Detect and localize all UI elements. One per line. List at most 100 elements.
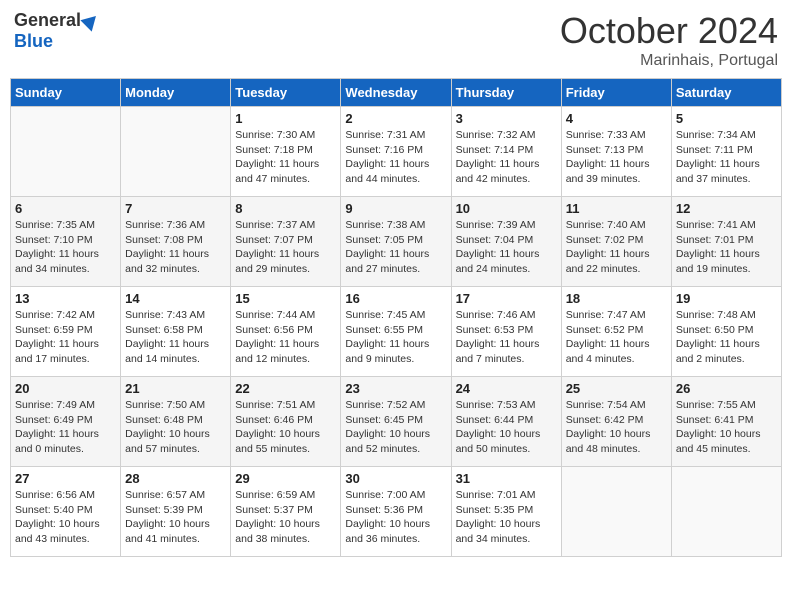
calendar-cell [121, 107, 231, 197]
day-number: 30 [345, 471, 446, 486]
day-info: Sunrise: 6:57 AMSunset: 5:39 PMDaylight:… [125, 488, 226, 547]
day-info: Sunrise: 7:48 AMSunset: 6:50 PMDaylight:… [676, 308, 777, 367]
calendar-cell: 4 Sunrise: 7:33 AMSunset: 7:13 PMDaylight… [561, 107, 671, 197]
calendar-cell: 31 Sunrise: 7:01 AMSunset: 5:35 PMDayligh… [451, 467, 561, 557]
day-number: 26 [676, 381, 777, 396]
weekday-header-saturday: Saturday [671, 79, 781, 107]
title-area: October 2024 Marinhais, Portugal [560, 10, 778, 70]
logo-blue-text: Blue [14, 31, 53, 52]
calendar-cell: 5 Sunrise: 7:34 AMSunset: 7:11 PMDaylight… [671, 107, 781, 197]
calendar-cell: 13 Sunrise: 7:42 AMSunset: 6:59 PMDayligh… [11, 287, 121, 377]
calendar-cell: 9Sunrise: 7:38 AMSunset: 7:05 PMDaylight… [341, 197, 451, 287]
day-number: 19 [676, 291, 777, 306]
calendar-cell [11, 107, 121, 197]
calendar-cell: 25Sunrise: 7:54 AMSunset: 6:42 PMDayligh… [561, 377, 671, 467]
calendar-table: SundayMondayTuesdayWednesdayThursdayFrid… [10, 78, 782, 557]
day-info: Sunrise: 7:55 AMSunset: 6:41 PMDaylight:… [676, 398, 777, 457]
day-info: Sunrise: 6:59 AMSunset: 5:37 PMDaylight:… [235, 488, 336, 547]
day-info: Sunrise: 7:53 AMSunset: 6:44 PMDaylight:… [456, 398, 557, 457]
day-number: 12 [676, 201, 777, 216]
day-number: 27 [15, 471, 116, 486]
calendar-week-4: 20 Sunrise: 7:49 AMSunset: 6:49 PMDayligh… [11, 377, 782, 467]
day-info: Sunrise: 7:33 AMSunset: 7:13 PMDaylight:… [566, 128, 667, 187]
day-number: 31 [456, 471, 557, 486]
day-info: Sunrise: 7:40 AMSunset: 7:02 PMDaylight:… [566, 218, 667, 277]
calendar-cell: 18 Sunrise: 7:47 AMSunset: 6:52 PMDayligh… [561, 287, 671, 377]
day-number: 17 [456, 291, 557, 306]
day-info: Sunrise: 7:54 AMSunset: 6:42 PMDaylight:… [566, 398, 667, 457]
day-info: Sunrise: 7:01 AMSunset: 5:35 PMDaylight:… [456, 488, 557, 547]
day-number: 1 [235, 111, 336, 126]
weekday-header-sunday: Sunday [11, 79, 121, 107]
day-number: 5 [676, 111, 777, 126]
day-number: 2 [345, 111, 446, 126]
calendar-cell: 10Sunrise: 7:39 AMSunset: 7:04 PMDayligh… [451, 197, 561, 287]
calendar-cell: 20 Sunrise: 7:49 AMSunset: 6:49 PMDayligh… [11, 377, 121, 467]
calendar-cell [671, 467, 781, 557]
calendar-cell: 14Sunrise: 7:43 AMSunset: 6:58 PMDayligh… [121, 287, 231, 377]
day-number: 24 [456, 381, 557, 396]
day-info: Sunrise: 7:31 AMSunset: 7:16 PMDaylight:… [345, 128, 446, 187]
day-info: Sunrise: 7:43 AMSunset: 6:58 PMDaylight:… [125, 308, 226, 367]
weekday-header-tuesday: Tuesday [231, 79, 341, 107]
day-number: 7 [125, 201, 226, 216]
day-info: Sunrise: 7:51 AMSunset: 6:46 PMDaylight:… [235, 398, 336, 457]
day-number: 11 [566, 201, 667, 216]
day-number: 6 [15, 201, 116, 216]
location-text: Marinhais, Portugal [560, 52, 778, 70]
day-info: Sunrise: 7:49 AMSunset: 6:49 PMDaylight:… [15, 398, 116, 457]
day-info: Sunrise: 7:45 AMSunset: 6:55 PMDaylight:… [345, 308, 446, 367]
day-info: Sunrise: 7:37 AMSunset: 7:07 PMDaylight:… [235, 218, 336, 277]
page-header: General Blue October 2024 Marinhais, Por… [10, 10, 782, 70]
weekday-header-row: SundayMondayTuesdayWednesdayThursdayFrid… [11, 79, 782, 107]
logo-triangle-icon [80, 10, 101, 31]
day-info: Sunrise: 7:36 AMSunset: 7:08 PMDaylight:… [125, 218, 226, 277]
calendar-cell: 16 Sunrise: 7:45 AMSunset: 6:55 PMDayligh… [341, 287, 451, 377]
calendar-cell: 27Sunrise: 6:56 AMSunset: 5:40 PMDayligh… [11, 467, 121, 557]
day-number: 13 [15, 291, 116, 306]
day-number: 8 [235, 201, 336, 216]
logo: General Blue [14, 10, 99, 52]
logo-general-text: General [14, 10, 81, 31]
calendar-week-3: 13 Sunrise: 7:42 AMSunset: 6:59 PMDayligh… [11, 287, 782, 377]
calendar-cell: 17 Sunrise: 7:46 AMSunset: 6:53 PMDayligh… [451, 287, 561, 377]
calendar-cell: 2 Sunrise: 7:31 AMSunset: 7:16 PMDaylight… [341, 107, 451, 197]
weekday-header-monday: Monday [121, 79, 231, 107]
day-number: 28 [125, 471, 226, 486]
calendar-week-1: 1 Sunrise: 7:30 AMSunset: 7:18 PMDaylight… [11, 107, 782, 197]
day-number: 9 [345, 201, 446, 216]
calendar-cell: 12Sunrise: 7:41 AMSunset: 7:01 PMDayligh… [671, 197, 781, 287]
day-number: 3 [456, 111, 557, 126]
day-info: Sunrise: 7:52 AMSunset: 6:45 PMDaylight:… [345, 398, 446, 457]
day-info: Sunrise: 7:42 AMSunset: 6:59 PMDaylight:… [15, 308, 116, 367]
calendar-cell [561, 467, 671, 557]
day-number: 21 [125, 381, 226, 396]
calendar-cell: 3Sunrise: 7:32 AMSunset: 7:14 PMDaylight… [451, 107, 561, 197]
calendar-cell: 8 Sunrise: 7:37 AMSunset: 7:07 PMDaylight… [231, 197, 341, 287]
day-number: 29 [235, 471, 336, 486]
calendar-cell: 21 Sunrise: 7:50 AMSunset: 6:48 PMDayligh… [121, 377, 231, 467]
calendar-cell: 1 Sunrise: 7:30 AMSunset: 7:18 PMDaylight… [231, 107, 341, 197]
day-number: 16 [345, 291, 446, 306]
day-info: Sunrise: 7:30 AMSunset: 7:18 PMDaylight:… [235, 128, 336, 187]
day-info: Sunrise: 7:00 AMSunset: 5:36 PMDaylight:… [345, 488, 446, 547]
calendar-cell: 22Sunrise: 7:51 AMSunset: 6:46 PMDayligh… [231, 377, 341, 467]
calendar-cell: 23Sunrise: 7:52 AMSunset: 6:45 PMDayligh… [341, 377, 451, 467]
day-info: Sunrise: 7:34 AMSunset: 7:11 PMDaylight:… [676, 128, 777, 187]
day-info: Sunrise: 7:39 AMSunset: 7:04 PMDaylight:… [456, 218, 557, 277]
day-number: 20 [15, 381, 116, 396]
day-info: Sunrise: 7:46 AMSunset: 6:53 PMDaylight:… [456, 308, 557, 367]
day-number: 18 [566, 291, 667, 306]
calendar-cell: 24 Sunrise: 7:53 AMSunset: 6:44 PMDayligh… [451, 377, 561, 467]
day-info: Sunrise: 7:47 AMSunset: 6:52 PMDaylight:… [566, 308, 667, 367]
day-number: 4 [566, 111, 667, 126]
day-info: Sunrise: 7:50 AMSunset: 6:48 PMDaylight:… [125, 398, 226, 457]
calendar-cell: 30 Sunrise: 7:00 AMSunset: 5:36 PMDayligh… [341, 467, 451, 557]
day-info: Sunrise: 7:35 AMSunset: 7:10 PMDaylight:… [15, 218, 116, 277]
day-info: Sunrise: 7:44 AMSunset: 6:56 PMDaylight:… [235, 308, 336, 367]
calendar-week-5: 27Sunrise: 6:56 AMSunset: 5:40 PMDayligh… [11, 467, 782, 557]
calendar-cell: 19 Sunrise: 7:48 AMSunset: 6:50 PMDayligh… [671, 287, 781, 377]
weekday-header-thursday: Thursday [451, 79, 561, 107]
calendar-cell: 28 Sunrise: 6:57 AMSunset: 5:39 PMDayligh… [121, 467, 231, 557]
calendar-cell: 26 Sunrise: 7:55 AMSunset: 6:41 PMDayligh… [671, 377, 781, 467]
